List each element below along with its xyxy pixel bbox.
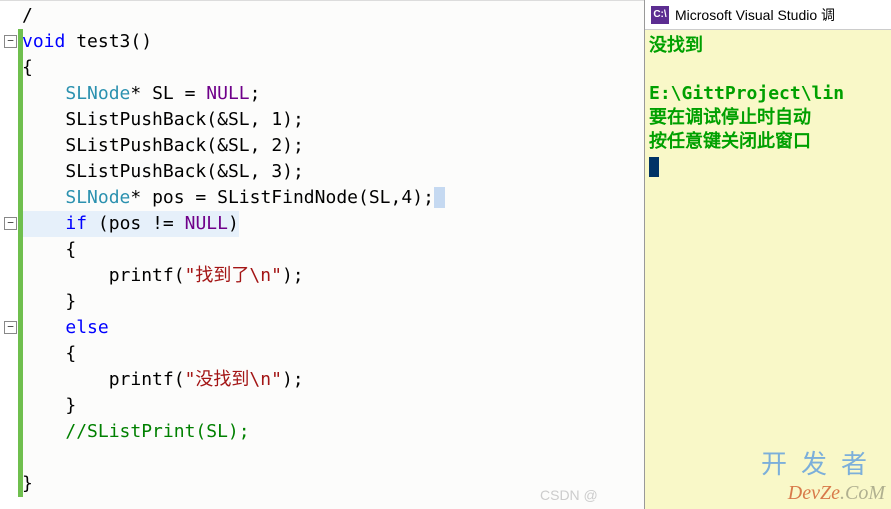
change-indicator-bar xyxy=(18,29,23,497)
collapse-toggle-icon[interactable]: − xyxy=(4,35,17,48)
code-editor-pane[interactable]: /void test3(){ SLNode* SL = NULL; SListP… xyxy=(0,0,644,509)
console-line: 按任意键关闭此窗口 xyxy=(649,130,887,154)
code-line[interactable]: / xyxy=(22,3,445,29)
code-line[interactable]: SListPushBack(&SL, 3); xyxy=(22,159,445,185)
console-line: 没找到 xyxy=(649,34,887,58)
code-line[interactable]: SLNode* SL = NULL; xyxy=(22,81,445,107)
code-line[interactable]: { xyxy=(22,341,445,367)
collapse-toggle-icon[interactable]: − xyxy=(4,321,17,334)
code-line[interactable]: SLNode* pos = SListFindNode(SL,4); xyxy=(22,185,445,211)
console-output[interactable]: 没找到 E:\GittProject\lin要在调试停止时自动按任意键关闭此窗口 xyxy=(645,30,891,182)
console-cursor xyxy=(649,157,659,177)
console-titlebar[interactable]: C:\ Microsoft Visual Studio 调 xyxy=(645,0,891,30)
code-line[interactable]: if (pos != NULL) xyxy=(22,211,445,237)
code-line[interactable]: } xyxy=(22,393,445,419)
code-line[interactable]: SListPushBack(&SL, 1); xyxy=(22,107,445,133)
console-line: 要在调试停止时自动 xyxy=(649,106,887,130)
code-line[interactable]: { xyxy=(22,237,445,263)
console-line: E:\GittProject\lin xyxy=(649,82,887,106)
watermark-text: 开发者 xyxy=(761,444,881,481)
console-line xyxy=(649,58,887,82)
debug-console-pane: C:\ Microsoft Visual Studio 调 没找到 E:\Git… xyxy=(644,0,891,509)
code-line[interactable]: printf("没找到\n"); xyxy=(22,367,445,393)
code-line[interactable]: SListPushBack(&SL, 2); xyxy=(22,133,445,159)
code-line[interactable]: printf("找到了\n"); xyxy=(22,263,445,289)
code-line[interactable]: else xyxy=(22,315,445,341)
code-line[interactable]: //SListPrint(SL); xyxy=(22,419,445,445)
editor-gutter xyxy=(0,1,20,509)
console-title-text: Microsoft Visual Studio 调 xyxy=(675,5,835,25)
code-line[interactable]: { xyxy=(22,55,445,81)
vs-icon: C:\ xyxy=(651,6,669,24)
code-line[interactable]: } xyxy=(22,289,445,315)
code-line[interactable]: } xyxy=(22,471,445,497)
brand-text: DevZe xyxy=(788,482,840,504)
brand-suffix: .CoM xyxy=(840,482,885,504)
csdn-watermark: CSDN @ xyxy=(540,487,598,503)
watermark-brand: DevZe.CoM xyxy=(788,482,885,505)
code-line[interactable] xyxy=(22,445,445,471)
collapse-toggle-icon[interactable]: − xyxy=(4,217,17,230)
code-line[interactable]: void test3() xyxy=(22,29,445,55)
code-area[interactable]: /void test3(){ SLNode* SL = NULL; SListP… xyxy=(22,3,445,497)
